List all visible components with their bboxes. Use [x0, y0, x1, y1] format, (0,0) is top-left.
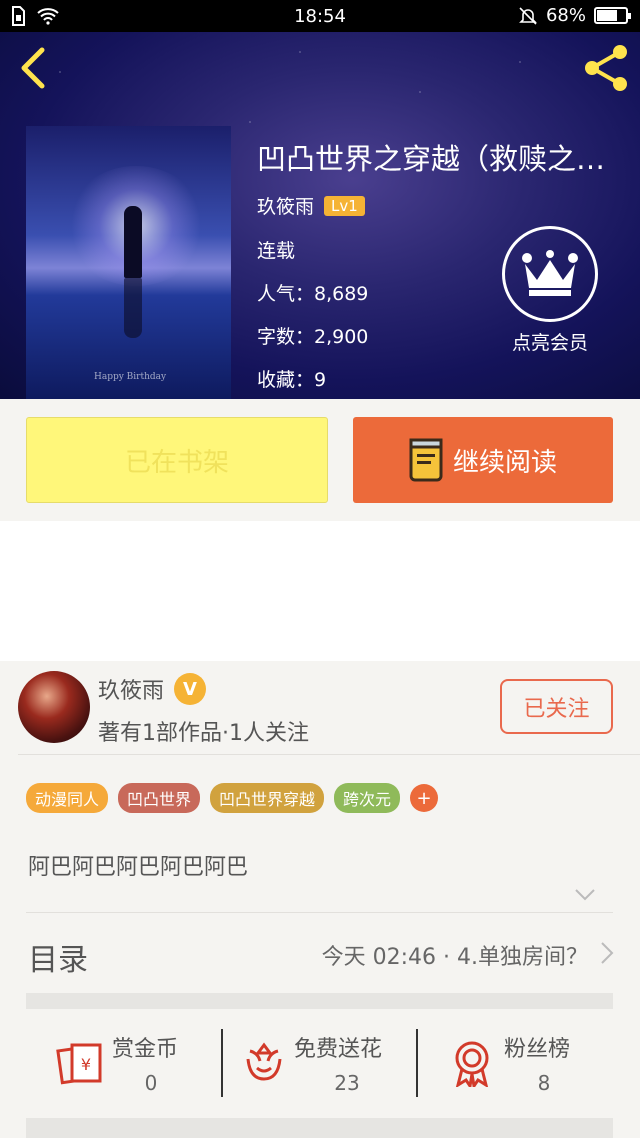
vip-button[interactable]: 点亮会员	[500, 226, 600, 355]
book-cover[interactable]: Happy Birthday	[26, 126, 231, 399]
stat-value: 23	[334, 1071, 360, 1095]
toc-label: 目录	[28, 943, 88, 978]
continue-reading-label: 继续阅读	[452, 447, 557, 478]
tag-item[interactable]: 凹凸世界穿越	[210, 783, 325, 813]
cover-figure	[124, 206, 142, 278]
in-bookshelf-button[interactable]: 已在书架	[26, 417, 328, 503]
book-description: 阿巴阿巴阿巴阿巴阿巴	[28, 855, 249, 880]
book-icon	[409, 438, 443, 482]
expand-description-button[interactable]	[574, 887, 596, 906]
chevron-left-icon	[21, 47, 45, 89]
author-avatar[interactable]	[18, 671, 90, 743]
stat-value: 8	[537, 1071, 551, 1095]
book-header: Happy Birthday 凹凸世界之穿越（救赎之… 玖筱雨 Lv1 连载 人…	[0, 32, 640, 399]
stat-label: 免费送花	[294, 1037, 383, 1062]
battery-percent: 68%	[545, 5, 586, 26]
verified-badge-icon: V	[174, 673, 207, 705]
continue-reading-button[interactable]: 继续阅读	[353, 417, 613, 503]
status-bar: 18:54 68%	[0, 0, 640, 32]
fans-ranking-stat[interactable]: 粉丝榜 8	[452, 1025, 592, 1107]
tag-item[interactable]: 凹凸世界	[118, 783, 201, 813]
divider	[18, 754, 640, 755]
author-level-badge: Lv1	[324, 195, 365, 216]
book-author-row[interactable]: 玖筱雨 Lv1	[257, 192, 365, 219]
crown-ring	[502, 226, 598, 322]
book-status: 连载	[257, 240, 296, 262]
stat-separator	[221, 1029, 223, 1097]
add-tag-button[interactable]: +	[410, 784, 439, 812]
book-word-count: 字数：2,900	[257, 326, 369, 348]
status-right: 68%	[518, 5, 631, 26]
tag-item[interactable]: 跨次元	[334, 783, 401, 813]
blank-area	[0, 521, 640, 661]
stats-row: ¥ 赏金币 0 免费送花 23 粉丝榜 8	[0, 1025, 640, 1107]
stat-label: 赏金币	[112, 1037, 179, 1062]
back-button[interactable]	[14, 44, 54, 92]
cover-reflection	[124, 278, 142, 338]
book-author[interactable]: 玖筱雨	[257, 192, 314, 219]
cover-caption: Happy Birthday	[94, 372, 167, 382]
author-subtitle: 著有1部作品·1人关注	[98, 721, 309, 746]
follow-button[interactable]: 已关注	[500, 679, 613, 734]
stat-separator	[416, 1029, 418, 1097]
action-bar: 已在书架 继续阅读	[0, 399, 640, 521]
table-of-contents-row[interactable]: 目录 今天 02:46 · 4.单独房间？	[0, 913, 640, 993]
author-panel: 玖筱雨 V 著有1部作品·1人关注 已关注 动漫同人 凹凸世界 凹凸世界穿越 跨…	[0, 661, 640, 1138]
book-title: 凹凸世界之穿越（救赎之…	[257, 142, 606, 176]
tag-list: 动漫同人 凹凸世界 凹凸世界穿越 跨次元 +	[26, 783, 439, 813]
reward-coins-stat[interactable]: ¥ 赏金币 0	[56, 1025, 206, 1107]
stat-value: 0	[144, 1071, 158, 1095]
book-popularity: 人气：8,689	[257, 283, 369, 305]
author-name[interactable]: 玖筱雨	[98, 673, 164, 705]
crown-icon	[522, 250, 578, 296]
battery-icon	[594, 7, 631, 24]
section-separator	[26, 1118, 613, 1138]
free-flower-stat[interactable]: 免费送花 23	[244, 1025, 414, 1107]
mute-bell-icon	[519, 6, 537, 25]
chevron-right-icon	[601, 942, 614, 964]
book-favorites: 收藏：9	[257, 369, 327, 391]
latest-chapter: 今天 02:46 · 4.单独房间？	[321, 945, 588, 970]
tag-item[interactable]: 动漫同人	[26, 783, 109, 813]
section-separator	[26, 993, 613, 1009]
chevron-down-icon	[575, 889, 595, 901]
stat-label: 粉丝榜	[504, 1037, 571, 1062]
share-icon	[585, 45, 627, 91]
vip-label: 点亮会员	[511, 332, 588, 354]
share-button[interactable]	[580, 42, 632, 94]
author-name-row[interactable]: 玖筱雨 V	[98, 673, 207, 705]
battery-fill	[597, 10, 618, 21]
